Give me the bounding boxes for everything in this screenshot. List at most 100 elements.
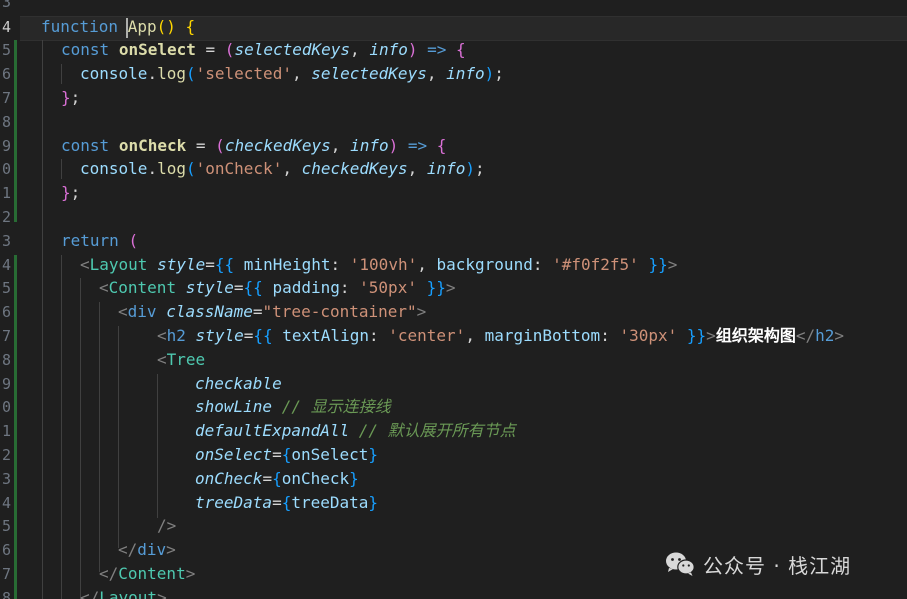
string: '100vh' xyxy=(349,255,418,274)
code-line[interactable]: <Content style={{ padding: '50px' }}> xyxy=(99,278,456,298)
punctuation: }} xyxy=(686,326,707,345)
jsx-tag: h2 xyxy=(815,326,835,345)
code-line[interactable]: return ( xyxy=(61,231,138,251)
function-name: onCheck xyxy=(118,136,187,155)
code-editor[interactable]: 3 4 5 6 7 8 9 0 1 2 3 4 5 6 7 8 9 0 1 2 … xyxy=(0,0,907,599)
code-line[interactable]: <Layout style={{ minHeight: '100vh', bac… xyxy=(80,255,677,275)
line-number: 6 xyxy=(1,303,11,321)
line-number: 0 xyxy=(1,160,11,178)
code-line[interactable]: const onCheck = (checkedKeys, info) => { xyxy=(61,136,446,156)
line-number: 7 xyxy=(1,327,11,345)
line-number: 7 xyxy=(1,89,11,107)
indent-guide xyxy=(80,278,81,599)
jsx-tag: Content xyxy=(118,564,186,583)
operator: = xyxy=(233,278,244,297)
code-line[interactable]: defaultExpandAll // 默认展开所有节点 xyxy=(195,421,516,441)
keyword: return xyxy=(61,231,119,250)
punctuation: > xyxy=(185,564,196,583)
operator: = xyxy=(262,469,273,488)
punctuation: { xyxy=(281,445,292,464)
code-line[interactable]: checkable xyxy=(195,374,282,394)
punctuation: < xyxy=(80,255,90,274)
punctuation: ; xyxy=(70,183,81,202)
code-line[interactable]: }; xyxy=(61,88,80,108)
line-number: 3 xyxy=(1,232,11,250)
punctuation: </ xyxy=(795,326,816,345)
code-line[interactable]: </div> xyxy=(118,540,176,560)
punctuation: ( xyxy=(128,231,139,250)
code-line[interactable]: <div className="tree-container"> xyxy=(118,302,426,322)
line-number: 3 xyxy=(1,0,11,11)
code-line[interactable]: function App() { xyxy=(41,17,195,37)
code-line[interactable]: </Layout> xyxy=(80,588,167,599)
method-name: log xyxy=(157,159,186,178)
punctuation: </ xyxy=(80,588,100,599)
method-name: log xyxy=(157,64,186,83)
code-line[interactable]: treeData={treeData} xyxy=(195,493,378,513)
code-line[interactable]: const onSelect = (selectedKeys, info) =>… xyxy=(61,40,466,60)
operator: = xyxy=(272,445,282,464)
identifier: treeData xyxy=(291,493,369,512)
function-name: App xyxy=(127,17,157,36)
code-line[interactable]: onSelect={onSelect} xyxy=(195,445,378,465)
indent-guide xyxy=(99,302,100,572)
code-line[interactable]: }; xyxy=(61,183,80,203)
code-line[interactable]: console.log('onCheck', checkedKeys, info… xyxy=(80,159,485,179)
jsx-attribute: showLine xyxy=(195,397,273,416)
string: '30px' xyxy=(619,326,678,345)
git-added-indicator xyxy=(14,40,17,222)
function-name: onSelect xyxy=(118,40,196,59)
code-line[interactable]: /> xyxy=(157,516,176,536)
punctuation: , xyxy=(330,136,341,155)
punctuation: ) xyxy=(388,136,399,155)
line-number: 7 xyxy=(1,565,11,583)
punctuation: > xyxy=(834,326,844,345)
punctuation: { xyxy=(185,17,196,36)
jsx-tag: h2 xyxy=(166,326,186,345)
jsx-tag: div xyxy=(137,540,167,559)
punctuation: ) xyxy=(407,40,418,59)
line-number-active: 4 xyxy=(1,18,11,36)
string: 'center' xyxy=(388,326,466,345)
jsx-attribute: treeData xyxy=(195,493,273,512)
punctuation: /> xyxy=(157,516,177,535)
punctuation: ; xyxy=(70,88,81,107)
jsx-attribute: checkable xyxy=(195,374,282,393)
punctuation: : xyxy=(330,255,341,274)
punctuation: . xyxy=(147,64,158,83)
jsx-attribute: style xyxy=(157,255,206,274)
punctuation: ( xyxy=(185,159,196,178)
punctuation: , xyxy=(465,326,475,345)
punctuation: < xyxy=(99,278,109,297)
line-number: 9 xyxy=(1,137,11,155)
line-number: 5 xyxy=(1,517,11,535)
code-line[interactable]: </Content> xyxy=(99,564,195,584)
parameter: selectedKeys xyxy=(234,40,351,59)
parameter: info xyxy=(426,159,466,178)
punctuation: ( xyxy=(185,64,196,83)
code-line[interactable]: showLine // 显示连接线 xyxy=(195,397,391,417)
punctuation: { xyxy=(281,493,292,512)
indent-guide xyxy=(61,64,62,84)
operator: = xyxy=(252,302,263,321)
identifier: console xyxy=(80,159,148,178)
punctuation: ; xyxy=(475,159,485,178)
line-number-gutter: 3 4 5 6 7 8 9 0 1 2 3 4 5 6 7 8 9 0 1 2 … xyxy=(0,0,12,599)
code-line[interactable]: <Tree xyxy=(157,350,205,370)
jsx-attribute: style xyxy=(185,278,234,297)
jsx-tag: Layout xyxy=(99,588,158,599)
code-line[interactable]: onCheck={onCheck} xyxy=(195,469,359,489)
keyword: const xyxy=(61,136,110,155)
watermark: 公众号 · 栈江湖 xyxy=(665,548,851,580)
watermark-text: 公众号 · 栈江湖 xyxy=(703,553,852,578)
property-key: textAlign xyxy=(282,326,369,345)
jsx-tag: div xyxy=(127,302,157,321)
code-line[interactable]: console.log('selected', selectedKeys, in… xyxy=(80,64,504,84)
punctuation: , xyxy=(291,64,302,83)
operator: => xyxy=(407,136,428,155)
punctuation: , xyxy=(407,159,418,178)
string: 'onCheck' xyxy=(195,159,283,178)
line-number: 2 xyxy=(1,208,11,226)
line-number: 1 xyxy=(1,184,11,202)
code-line[interactable]: <h2 style={{ textAlign: 'center', margin… xyxy=(157,326,844,346)
